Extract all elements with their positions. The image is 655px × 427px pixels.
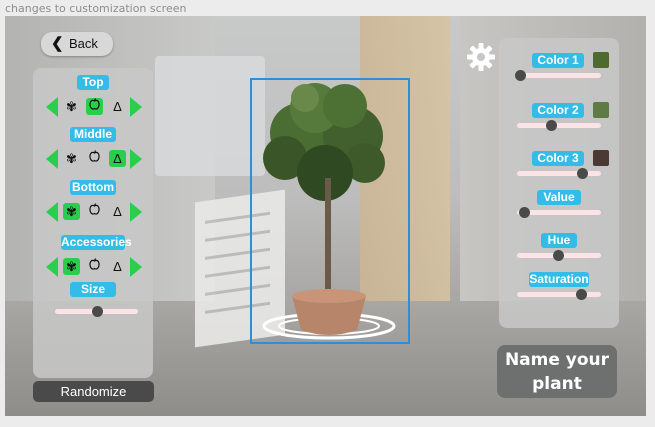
apple-icon[interactable] (86, 203, 103, 220)
gear-icon[interactable] (466, 42, 496, 72)
color-1-label: Color 1 (532, 53, 584, 68)
size-slider-knob[interactable] (91, 306, 103, 317)
apple-icon[interactable] (86, 150, 103, 167)
vase-icon[interactable]: ∆ (109, 203, 126, 220)
previous-arrow-icon[interactable] (46, 202, 58, 222)
selector-bottom: ✾ ∆ (46, 202, 142, 222)
flower-icon[interactable]: ✾ (63, 258, 80, 275)
previous-arrow-icon[interactable] (46, 257, 58, 277)
color-2-slider[interactable] (517, 120, 601, 131)
color-2-swatch[interactable] (593, 102, 609, 118)
previous-arrow-icon[interactable] (46, 149, 58, 169)
size-label: Size (70, 282, 116, 297)
section-label-middle: Middle (70, 127, 116, 142)
color-3-swatch[interactable] (593, 150, 609, 166)
saturation-slider[interactable] (517, 289, 601, 300)
selection-frame (250, 78, 410, 344)
flower-icon[interactable]: ✾ (63, 203, 80, 220)
color-1-slider[interactable] (515, 70, 601, 81)
hue-label: Hue (541, 233, 577, 248)
color-3-label: Color 3 (532, 151, 584, 166)
selector-accessories: ✾ ∆ (46, 257, 142, 277)
hue-slider[interactable] (517, 250, 601, 261)
next-arrow-icon[interactable] (130, 149, 142, 169)
chevron-left-icon: ❮ (51, 35, 64, 52)
next-arrow-icon[interactable] (130, 257, 142, 277)
color-3-slider[interactable] (517, 168, 601, 179)
section-label-top: Top (77, 75, 109, 90)
value-label: Value (537, 190, 581, 205)
vase-icon[interactable]: ∆ (109, 98, 126, 115)
color-1-swatch[interactable] (593, 52, 609, 68)
flower-icon[interactable]: ✾ (63, 98, 80, 115)
section-label-accessories: Accessories (61, 235, 132, 250)
flower-icon[interactable]: ✾ (63, 150, 80, 167)
previous-arrow-icon[interactable] (46, 97, 58, 117)
saturation-label: Saturation (529, 272, 589, 287)
name-plant-button[interactable]: Name your plant (497, 345, 617, 398)
randomize-button[interactable]: Randomize (33, 381, 154, 402)
selector-top: ✾ ∆ (46, 97, 142, 117)
next-arrow-icon[interactable] (130, 97, 142, 117)
vase-icon[interactable]: ∆ (109, 150, 126, 167)
selector-middle: ✾ ∆ (46, 149, 142, 169)
size-slider[interactable] (55, 306, 138, 317)
color-2-slider-knob[interactable] (545, 120, 557, 131)
screen-caption: changes to customization screen (5, 2, 187, 15)
apple-icon[interactable] (86, 98, 103, 115)
color-2-label: Color 2 (532, 103, 584, 118)
apple-icon[interactable] (86, 258, 103, 275)
section-label-bottom: Bottom (70, 180, 116, 195)
back-button[interactable]: ❮ Back (41, 32, 113, 56)
value-slider[interactable] (517, 207, 601, 218)
vase-icon[interactable]: ∆ (109, 258, 126, 275)
next-arrow-icon[interactable] (130, 202, 142, 222)
saturation-slider-knob[interactable] (575, 289, 587, 300)
